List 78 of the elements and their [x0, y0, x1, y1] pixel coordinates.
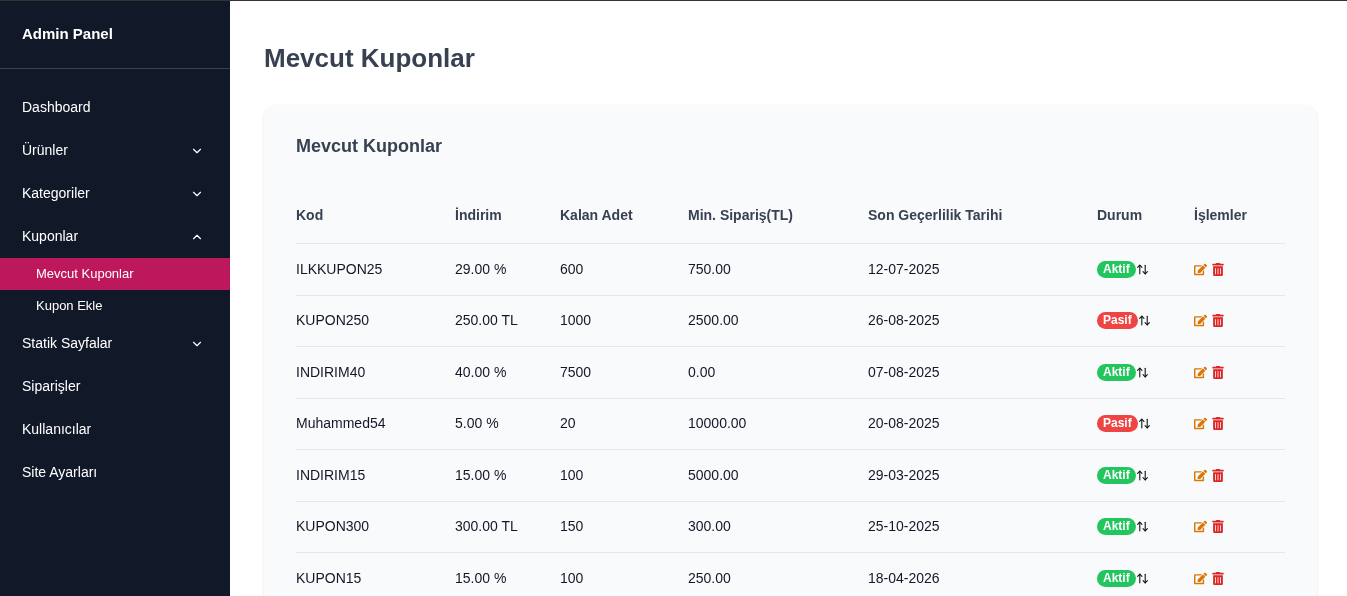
table-cell-text: 100: [560, 568, 585, 588]
edit-icon[interactable]: [1194, 468, 1207, 482]
sidebar-item[interactable]: Ürünler: [0, 129, 230, 172]
edit-icon[interactable]: [1194, 417, 1207, 431]
column-header: İşlemler: [1194, 206, 1248, 225]
table-cell-text: 2500.00: [688, 311, 740, 331]
table-cell-text: 26-08-2025: [868, 311, 941, 331]
submenu-item[interactable]: Kupon Ekle: [0, 290, 230, 322]
table-cell-text: 29-03-2025: [868, 465, 941, 485]
table-cell-text: 300.00: [688, 517, 732, 537]
table-cell-text: 18-04-2026: [868, 568, 941, 588]
table-cell-text: 07-08-2025: [868, 362, 941, 382]
swap-icon[interactable]: [1135, 365, 1149, 379]
delete-icon[interactable]: [1212, 520, 1224, 534]
table-cell-text: 15.00 %: [455, 568, 508, 588]
table-cell-text: 29.00 %: [455, 259, 508, 279]
table-cell-text: 300.00 TL: [455, 517, 519, 537]
table-cell-text: 20: [560, 414, 577, 434]
swap-icon[interactable]: [1137, 314, 1151, 328]
table-cell-text: 10000.00: [688, 414, 748, 434]
table-cell-text: KUPON15: [296, 568, 363, 588]
sidebar-item[interactable]: Kullanıcılar: [0, 408, 230, 451]
sidebar-item[interactable]: Site Ayarları: [0, 451, 230, 494]
table-cell-text: 600: [560, 259, 585, 279]
table-cell-text: 5.00 %: [455, 414, 500, 434]
sidebar-title: Admin Panel: [22, 24, 113, 45]
column-header: İndirim: [455, 206, 503, 225]
table-cell-text: INDIRIM15: [296, 465, 367, 485]
card-title: Mevcut Kuponlar: [296, 135, 443, 158]
column-header: Kalan Adet: [560, 206, 634, 225]
page-title: Mevcut Kuponlar: [264, 42, 476, 75]
delete-icon[interactable]: [1212, 314, 1224, 328]
swap-icon[interactable]: [1135, 520, 1149, 534]
sidebar-item[interactable]: Statik Sayfalar: [0, 322, 230, 365]
submenu-item[interactable]: Mevcut Kuponlar: [0, 258, 230, 290]
sidebar-item[interactable]: Kategoriler: [0, 172, 230, 215]
table-cell-text: Muhammed54: [296, 414, 387, 434]
table-cell-text: 15.00 %: [455, 465, 508, 485]
table-cell-text: 250.00: [688, 568, 732, 588]
edit-icon[interactable]: [1194, 262, 1207, 276]
table-cell-text: 150: [560, 517, 585, 537]
table-cell-text: 1000: [560, 311, 593, 331]
sidebar-item[interactable]: Kuponlar: [0, 215, 230, 258]
table-cell-text: 100: [560, 465, 585, 485]
edit-icon[interactable]: [1194, 520, 1207, 534]
column-header: Kod: [296, 206, 325, 225]
delete-icon[interactable]: [1212, 571, 1224, 585]
column-header: Durum: [1097, 206, 1144, 225]
table-cell-text: 12-07-2025: [868, 259, 941, 279]
table-cell-text: KUPON300: [296, 517, 371, 537]
delete-icon[interactable]: [1212, 365, 1224, 379]
table-cell-text: 5000.00: [688, 465, 740, 485]
swap-icon[interactable]: [1135, 262, 1149, 276]
status-badge[interactable]: Pasif: [1097, 415, 1138, 433]
table-cell-text: KUPON250: [296, 311, 371, 331]
table-cell-text: 7500: [560, 362, 593, 382]
edit-icon[interactable]: [1194, 314, 1207, 328]
table-cell-text: ILKKUPON25: [296, 259, 384, 279]
table-cell-text: 250.00 TL: [455, 311, 519, 331]
column-header: Min. Sipariş(TL): [688, 206, 794, 225]
table-cell-text: 750.00: [688, 259, 732, 279]
status-badge[interactable]: Pasif: [1097, 312, 1138, 330]
table-cell-text: 25-10-2025: [868, 517, 941, 537]
delete-icon[interactable]: [1212, 468, 1224, 482]
swap-icon[interactable]: [1135, 468, 1149, 482]
edit-icon[interactable]: [1194, 571, 1207, 585]
delete-icon[interactable]: [1212, 262, 1224, 276]
delete-icon[interactable]: [1212, 417, 1224, 431]
table-cell-text: INDIRIM40: [296, 362, 367, 382]
table-cell-text: 20-08-2025: [868, 414, 941, 434]
table-cell-text: 0.00: [688, 362, 717, 382]
edit-icon[interactable]: [1194, 365, 1207, 379]
column-header: Son Geçerlilik Tarihi: [868, 206, 1004, 225]
sidebar-item[interactable]: Dashboard: [0, 86, 230, 129]
table-cell-text: 40.00 %: [455, 362, 508, 382]
swap-icon[interactable]: [1137, 417, 1151, 431]
sidebar-item[interactable]: Siparişler: [0, 365, 230, 408]
swap-icon[interactable]: [1135, 571, 1149, 585]
